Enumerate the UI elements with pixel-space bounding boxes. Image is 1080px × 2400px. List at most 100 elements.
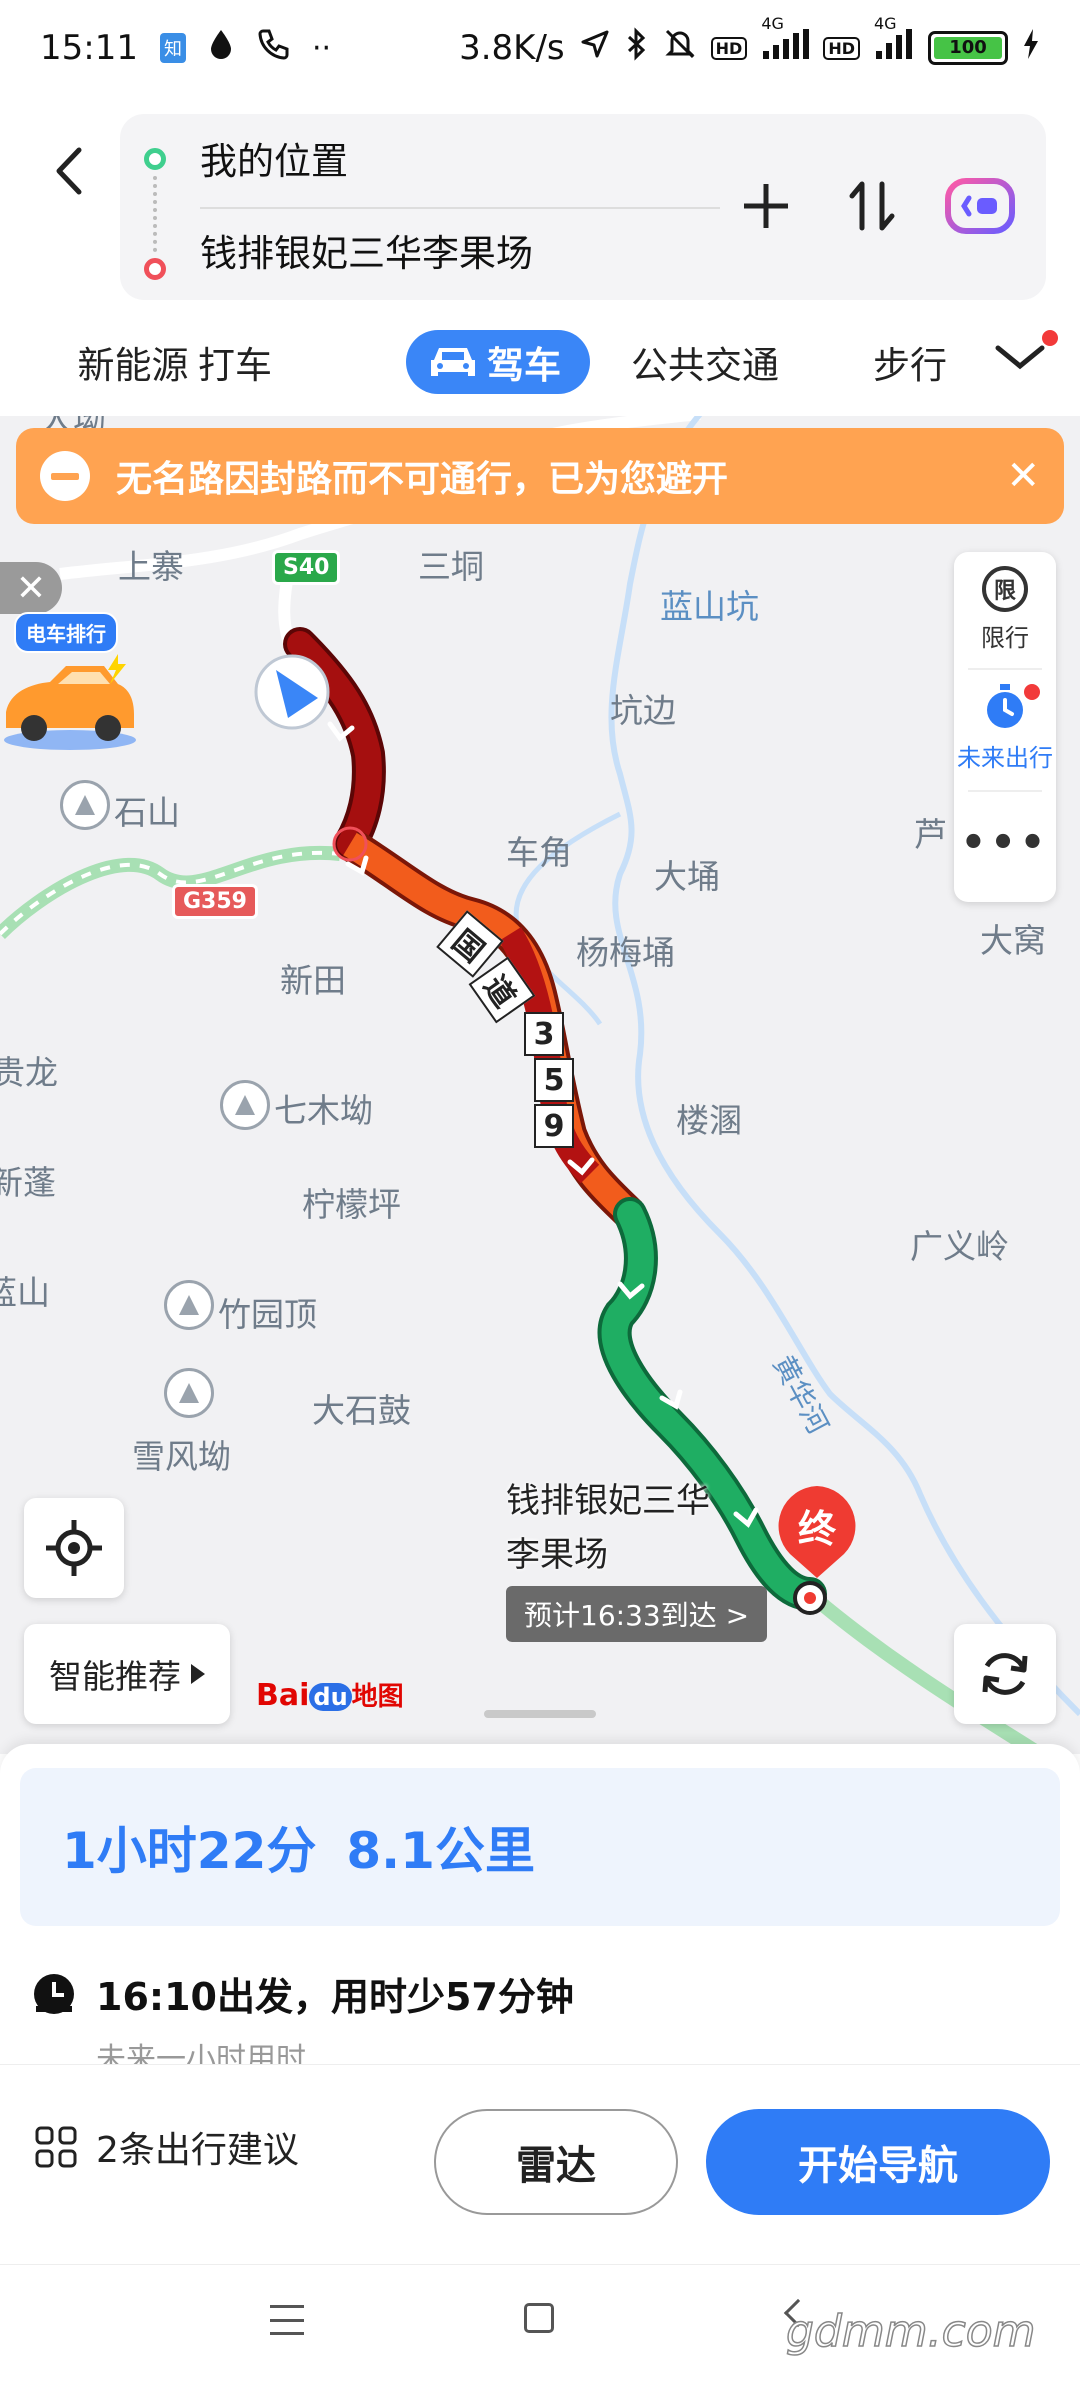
place-label: 石山 [114, 793, 180, 832]
future-trip-button[interactable]: 未来出行 [954, 682, 1056, 773]
tab-drive-label: 驾车 [487, 344, 561, 387]
end-pin-label: 终 [797, 1507, 836, 1551]
alert-close-button[interactable]: ✕ [1006, 453, 1040, 499]
location-icon [579, 28, 611, 69]
grid-icon [35, 2126, 77, 2168]
sheet-drag-handle[interactable] [484, 1710, 596, 1718]
restriction-icon: 限 [982, 566, 1028, 612]
destination-pin[interactable]: 终 [774, 1484, 860, 1580]
mountain-icon [60, 780, 110, 830]
back-arrow-icon [56, 147, 82, 195]
mute-icon [663, 27, 697, 70]
hd-indicator-1: HD [710, 36, 748, 60]
ev-ranking-promo[interactable]: 电车排行 [0, 612, 140, 752]
side-divider [968, 668, 1042, 670]
swap-route-button[interactable] [832, 166, 912, 246]
route-header: 我的位置 钱排银妃三华李果场 新能源 打车 驾车 公共交通 步行 [0, 96, 1080, 416]
signal-type-1: 4G [761, 14, 784, 33]
tab-taxi[interactable]: 打车 [180, 330, 290, 394]
baidu-logo-part: Bai [256, 1678, 310, 1713]
place-label: 广义岭 [910, 1227, 1009, 1266]
place-label: 新田 [280, 961, 346, 1000]
place-label: 大窝 [980, 921, 1046, 960]
place-label: 杨梅埇 [576, 933, 675, 972]
tab-drive[interactable]: 驾车 [406, 330, 590, 394]
home-icon[interactable] [524, 2303, 554, 2333]
origin-field[interactable]: 我的位置 [200, 128, 348, 188]
new-mode-dot [1042, 330, 1058, 346]
smart-recommend-button[interactable]: 智能推荐 [24, 1624, 230, 1724]
ai-assistant-icon [945, 178, 1015, 234]
plus-icon [744, 184, 788, 228]
ai-assistant-button[interactable] [940, 166, 1020, 246]
tab-walk[interactable]: 步行 [860, 330, 960, 394]
baidu-logo-paw: du [309, 1683, 352, 1711]
hd-indicator-2: HD [823, 36, 860, 60]
zhihu-notification-icon: 知 [159, 33, 186, 63]
mountain-icon [164, 1280, 214, 1330]
route-summary-sheet: 1小时22分 8.1公里 16:10出发，用时少57分钟 未来一小时用时 2条出… [0, 1744, 1080, 2400]
place-label: 贵龙 [0, 1053, 58, 1092]
locate-me-button[interactable] [24, 1498, 124, 1598]
future-trip-label: 未来出行 [957, 744, 1053, 772]
destination-point-icon [793, 1581, 827, 1615]
bluetooth-icon [625, 26, 649, 70]
battery-icon: 100 [928, 31, 1008, 65]
add-waypoint-button[interactable] [726, 166, 806, 246]
departure-info[interactable]: 16:10出发，用时少57分钟 [32, 1966, 574, 2021]
place-label: 芦 [914, 815, 947, 854]
battery-level: 100 [934, 37, 1002, 59]
place-label: 坑边 [610, 691, 676, 730]
route-connector [153, 176, 157, 252]
trip-suggestions-label: 2条出行建议 [96, 2130, 299, 2171]
refresh-route-button[interactable] [954, 1624, 1056, 1724]
map-side-panel: 限 限行 未来出行 ••• [954, 552, 1056, 902]
more-notifications-icon: ·· [311, 30, 332, 66]
promo-close-button[interactable]: ✕ [0, 562, 62, 614]
map-view[interactable]: S40 G359 大坳 上寨 三垌 蓝山坑 坑边 石山 车角 大埇 芦 杨梅埇 … [0, 414, 1080, 1754]
clock-icon [34, 1973, 74, 2014]
destination-map-label: 钱排银妃三华李果场 [506, 1481, 710, 1575]
menu-icon[interactable] [270, 2305, 304, 2335]
route-input-card: 我的位置 钱排银妃三华李果场 [120, 114, 1046, 300]
stopwatch-icon [987, 684, 1023, 728]
status-time: 15:11 [40, 28, 138, 68]
place-label: 大石鼓 [312, 1391, 411, 1430]
departure-text: 16:10出发，用时少57分钟 [96, 1975, 574, 2019]
future-trip-dot [1024, 684, 1040, 700]
charging-icon [1022, 28, 1040, 68]
traffic-restriction-button[interactable]: 限 限行 [954, 566, 1056, 653]
drop-notification-icon [208, 28, 234, 69]
ev-car-icon [4, 654, 136, 750]
place-label: 蓝山 [0, 1273, 50, 1312]
back-button[interactable] [44, 136, 94, 206]
destination-field[interactable]: 钱排银妃三华李果场 [200, 220, 533, 280]
radar-button[interactable]: 雷达 [434, 2109, 678, 2215]
eta-label[interactable]: 预计16:33到达 > [506, 1586, 768, 1642]
start-navigation-button[interactable]: 开始导航 [706, 2109, 1050, 2215]
mountain-icon [220, 1080, 270, 1130]
watermark: gdmm.com [785, 2305, 1036, 2358]
place-label: 车角 [506, 833, 572, 872]
place-label: 蓝山坑 [660, 587, 759, 626]
route-road-label-char: 3 [524, 1012, 564, 1056]
tab-public-transit[interactable]: 公共交通 [620, 330, 790, 394]
promo-tag: 电车排行 [14, 612, 118, 653]
no-entry-icon [40, 451, 90, 501]
alert-text: 无名路因封路而不可通行，已为您避开 [116, 459, 729, 500]
road-shield-s40: S40 [272, 550, 341, 585]
play-triangle-icon [191, 1664, 205, 1684]
travel-mode-tabs: 新能源 打车 驾车 公共交通 步行 [0, 314, 1080, 410]
more-tools-button[interactable]: ••• [954, 820, 1056, 866]
route-summary-card[interactable]: 1小时22分 8.1公里 [20, 1768, 1060, 1926]
route-duration: 1小时22分 [62, 1822, 317, 1880]
origin-dot-icon [144, 148, 166, 170]
locate-icon [46, 1520, 102, 1576]
place-label: 上寨 [118, 547, 184, 586]
route-road-label-char: 9 [534, 1104, 574, 1148]
restriction-label: 限行 [981, 624, 1029, 652]
place-label: 柠檬坪 [302, 1185, 401, 1224]
trip-suggestions-button[interactable]: 2条出行建议 [34, 2121, 299, 2173]
route-distance: 8.1公里 [346, 1822, 535, 1880]
place-label: 七木坳 [274, 1091, 373, 1130]
